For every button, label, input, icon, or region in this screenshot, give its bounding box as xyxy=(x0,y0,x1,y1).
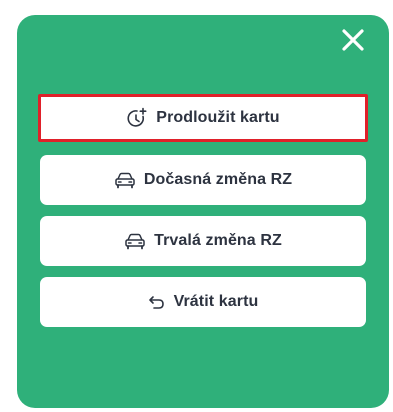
temporary-plate-change-button[interactable]: Dočasná změna RZ xyxy=(40,155,366,205)
car-icon xyxy=(124,232,146,250)
clock-plus-icon xyxy=(126,107,148,129)
permanent-plate-change-label: Trvalá změna RZ xyxy=(154,232,282,249)
close-button[interactable] xyxy=(337,24,369,56)
car-icon xyxy=(114,171,136,189)
return-card-button[interactable]: Vrátit kartu xyxy=(40,277,366,327)
action-panel xyxy=(17,15,389,408)
close-icon xyxy=(337,24,369,56)
temporary-plate-change-label: Dočasná změna RZ xyxy=(143,171,293,188)
extend-card-button[interactable]: Prodloužit kartu xyxy=(38,94,368,142)
extend-card-label: Prodloužit kartu xyxy=(156,109,280,126)
undo-icon xyxy=(148,294,166,310)
permanent-plate-change-button[interactable]: Trvalá změna RZ xyxy=(40,216,366,266)
return-card-label: Vrátit kartu xyxy=(173,293,259,310)
